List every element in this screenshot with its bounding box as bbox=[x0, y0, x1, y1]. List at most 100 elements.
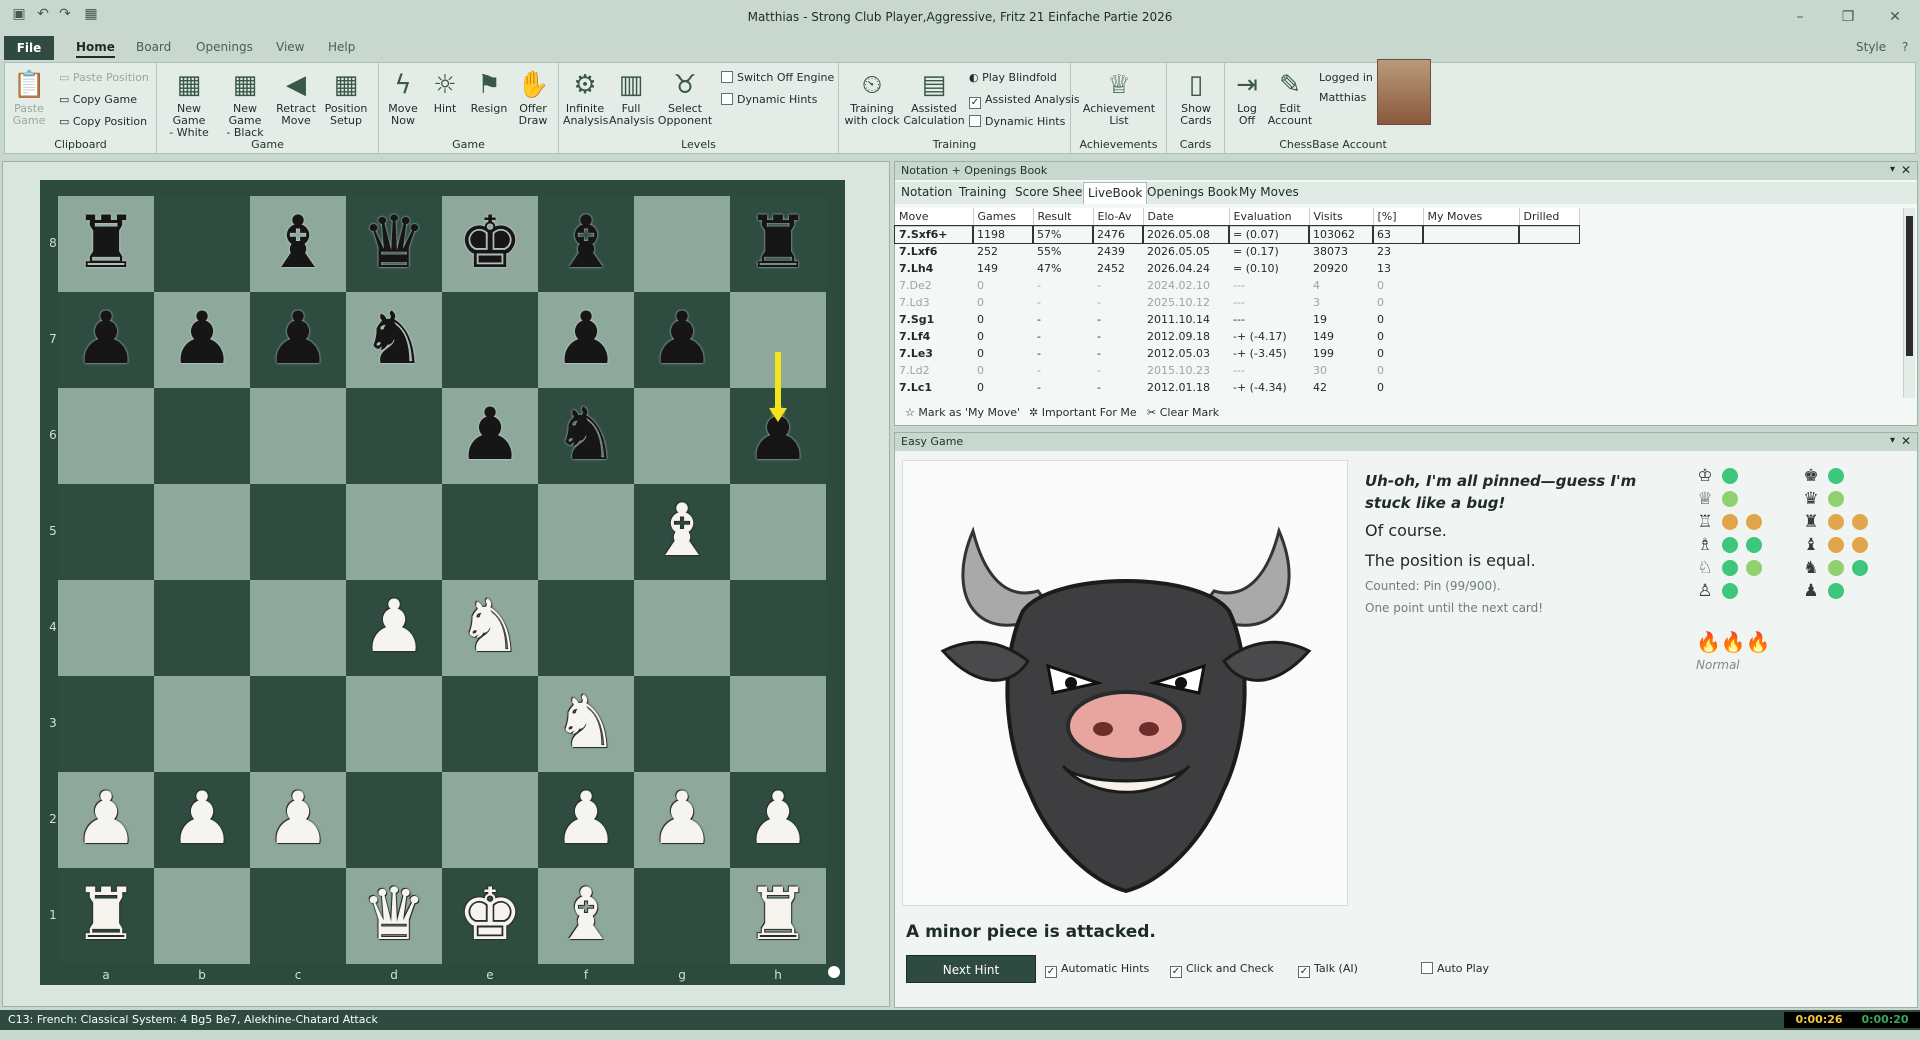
column-header[interactable]: Result bbox=[1033, 208, 1094, 227]
piece-e6[interactable]: ♟ bbox=[442, 388, 538, 484]
tab-openings[interactable]: Openings bbox=[196, 40, 253, 54]
square-a4[interactable] bbox=[58, 580, 154, 676]
switch-off-engine-checkbox[interactable]: Switch Off Engine bbox=[721, 71, 834, 84]
piece-g7[interactable]: ♟ bbox=[634, 292, 730, 388]
tab-home[interactable]: Home bbox=[76, 40, 115, 58]
table-row[interactable]: 7.Lxf6 252 55% 2439 2026.05.05 = (0.17) 38073 2… bbox=[895, 243, 1579, 260]
piece-f3[interactable]: ♞ bbox=[538, 676, 634, 772]
square-e7[interactable] bbox=[442, 292, 538, 388]
position-setup-button[interactable]: ▦ Position Setup bbox=[321, 69, 371, 127]
minimize-icon[interactable]: – bbox=[1777, 4, 1823, 30]
square-e2[interactable] bbox=[442, 772, 538, 868]
square-d6[interactable] bbox=[346, 388, 442, 484]
infinite-analysis-button[interactable]: ⚙ Infinite Analysis bbox=[563, 69, 608, 127]
table-row[interactable]: 7.Lh4 149 47% 2452 2026.04.24 = (0.10) 20920 13 bbox=[895, 260, 1579, 277]
style-menu[interactable]: Style bbox=[1856, 40, 1886, 54]
column-header[interactable]: Move bbox=[895, 208, 974, 227]
square-d5[interactable] bbox=[346, 484, 442, 580]
column-header[interactable]: Elo-Av bbox=[1093, 208, 1144, 227]
column-header[interactable]: Drilled bbox=[1519, 208, 1580, 227]
piece-a2[interactable]: ♟ bbox=[58, 772, 154, 868]
piece-c8[interactable]: ♝ bbox=[250, 196, 346, 292]
tab-training[interactable]: Training bbox=[959, 185, 1006, 199]
copy-position-button[interactable]: ▭ Copy Position bbox=[59, 115, 147, 128]
clear-mark-button[interactable]: ✂ Clear Mark bbox=[1147, 406, 1219, 419]
tab-my-moves[interactable]: My Moves bbox=[1239, 185, 1299, 199]
square-c6[interactable] bbox=[250, 388, 346, 484]
square-d3[interactable] bbox=[346, 676, 442, 772]
copy-game-button[interactable]: ▭ Copy Game bbox=[59, 93, 137, 106]
square-b5[interactable] bbox=[154, 484, 250, 580]
piece-f7[interactable]: ♟ bbox=[538, 292, 634, 388]
square-f4[interactable] bbox=[538, 580, 634, 676]
piece-c7[interactable]: ♟ bbox=[250, 292, 346, 388]
table-row[interactable]: 7.Sxf6+ 1198 57% 2476 2026.05.08 = (0.07) 1030… bbox=[894, 225, 1580, 244]
talk-ai-checkbox[interactable]: ✓ Talk (AI) bbox=[1298, 962, 1358, 978]
auto-play-checkbox[interactable]: Auto Play bbox=[1421, 962, 1489, 975]
piece-a7[interactable]: ♟ bbox=[58, 292, 154, 388]
piece-e8[interactable]: ♚ bbox=[442, 196, 538, 292]
training-dynamic-hints-checkbox[interactable]: Dynamic Hints bbox=[969, 115, 1065, 128]
piece-c2[interactable]: ♟ bbox=[250, 772, 346, 868]
square-f5[interactable] bbox=[538, 484, 634, 580]
piece-f8[interactable]: ♝ bbox=[538, 196, 634, 292]
piece-g2[interactable]: ♟ bbox=[634, 772, 730, 868]
collapse-icon[interactable]: ▾ bbox=[1890, 164, 1895, 175]
show-cards-button[interactable]: ▯ Show Cards bbox=[1173, 69, 1219, 127]
square-a3[interactable] bbox=[58, 676, 154, 772]
square-e5[interactable] bbox=[442, 484, 538, 580]
square-a5[interactable] bbox=[58, 484, 154, 580]
next-hint-button[interactable]: Next Hint bbox=[906, 955, 1036, 983]
log-off-button[interactable]: ⇥ Log Off bbox=[1229, 69, 1265, 127]
table-row[interactable]: 7.Ld3 0 - - 2025.10.12 --- 3 0 bbox=[895, 294, 1579, 311]
column-header[interactable]: Visits bbox=[1309, 208, 1374, 227]
square-g4[interactable] bbox=[634, 580, 730, 676]
piece-h8[interactable]: ♜ bbox=[730, 196, 826, 292]
training-with-clock-button[interactable]: ⏲ Training with clock bbox=[843, 69, 901, 127]
piece-d7[interactable]: ♞ bbox=[346, 292, 442, 388]
tab-livebook[interactable]: LiveBook bbox=[1083, 182, 1148, 204]
automatic-hints-checkbox[interactable]: ✓ Automatic Hints bbox=[1045, 962, 1149, 978]
important-button[interactable]: ✲ Important For Me bbox=[1029, 406, 1137, 419]
offer-draw-button[interactable]: ✋ Offer Draw bbox=[513, 69, 553, 127]
new-game-black-button[interactable]: ▦ New Game - Black bbox=[219, 69, 271, 139]
column-header[interactable]: Evaluation bbox=[1229, 208, 1310, 227]
piece-g5[interactable]: ♝ bbox=[634, 484, 730, 580]
square-d2[interactable] bbox=[346, 772, 442, 868]
table-row[interactable]: 7.De2 0 - - 2024.02.10 --- 4 0 bbox=[895, 277, 1579, 294]
column-header[interactable]: My Moves bbox=[1423, 208, 1520, 227]
square-g3[interactable] bbox=[634, 676, 730, 772]
close-panel-icon[interactable]: ✕ bbox=[1901, 163, 1911, 177]
table-row[interactable]: 7.Lc1 0 - - 2012.01.18 -+ (-4.34) 42 0 bbox=[895, 379, 1579, 396]
square-c3[interactable] bbox=[250, 676, 346, 772]
new-game-white-button[interactable]: ▦ New Game - White bbox=[163, 69, 215, 139]
table-row[interactable]: 7.Sg1 0 - - 2011.10.14 --- 19 0 bbox=[895, 311, 1579, 328]
square-c1[interactable] bbox=[250, 868, 346, 964]
restore-icon[interactable]: ❐ bbox=[1825, 4, 1871, 30]
piece-e1[interactable]: ♚ bbox=[442, 868, 538, 964]
piece-f1[interactable]: ♝ bbox=[538, 868, 634, 964]
tab-score-sheet[interactable]: Score Sheet bbox=[1015, 185, 1087, 199]
square-e3[interactable] bbox=[442, 676, 538, 772]
square-b6[interactable] bbox=[154, 388, 250, 484]
tab-board[interactable]: Board bbox=[136, 40, 171, 54]
tab-openings-book[interactable]: Openings Book bbox=[1147, 185, 1238, 199]
piece-b7[interactable]: ♟ bbox=[154, 292, 250, 388]
table-row[interactable]: 7.Le3 0 - - 2012.05.03 -+ (-3.45) 199 0 bbox=[895, 345, 1579, 362]
column-header[interactable]: Games bbox=[973, 208, 1034, 227]
table-row[interactable]: 7.Ld2 0 - - 2015.10.23 --- 30 0 bbox=[895, 362, 1579, 379]
square-g6[interactable] bbox=[634, 388, 730, 484]
square-c5[interactable] bbox=[250, 484, 346, 580]
help-icon[interactable]: ? bbox=[1902, 40, 1908, 54]
column-header[interactable]: [%] bbox=[1373, 208, 1424, 227]
retract-move-button[interactable]: ◀ Retract Move bbox=[273, 69, 319, 127]
collapse-icon[interactable]: ▾ bbox=[1890, 435, 1895, 446]
achievement-list-button[interactable]: ♕ Achievement List bbox=[1079, 69, 1159, 127]
move-now-button[interactable]: ϟ Move Now bbox=[383, 69, 423, 127]
piece-d4[interactable]: ♟ bbox=[346, 580, 442, 676]
play-blindfold-button[interactable]: ◐ Play Blindfold bbox=[969, 71, 1057, 84]
chessboard[interactable]: 8 7 6 5 4 3 2 1 a b c d e f g h ♜ ♝ ♛ ♚ ♝ ♜ ♟ ♟ ♟ ♞ ♟ ♟ ♟ ♞ ♟ ♝ ♟ ♞ ♞ ♟ ♟ ♟ ♟ ♟… bbox=[40, 180, 845, 985]
piece-f2[interactable]: ♟ bbox=[538, 772, 634, 868]
close-icon[interactable]: ✕ bbox=[1872, 4, 1918, 30]
file-menu-button[interactable]: File bbox=[4, 36, 54, 60]
